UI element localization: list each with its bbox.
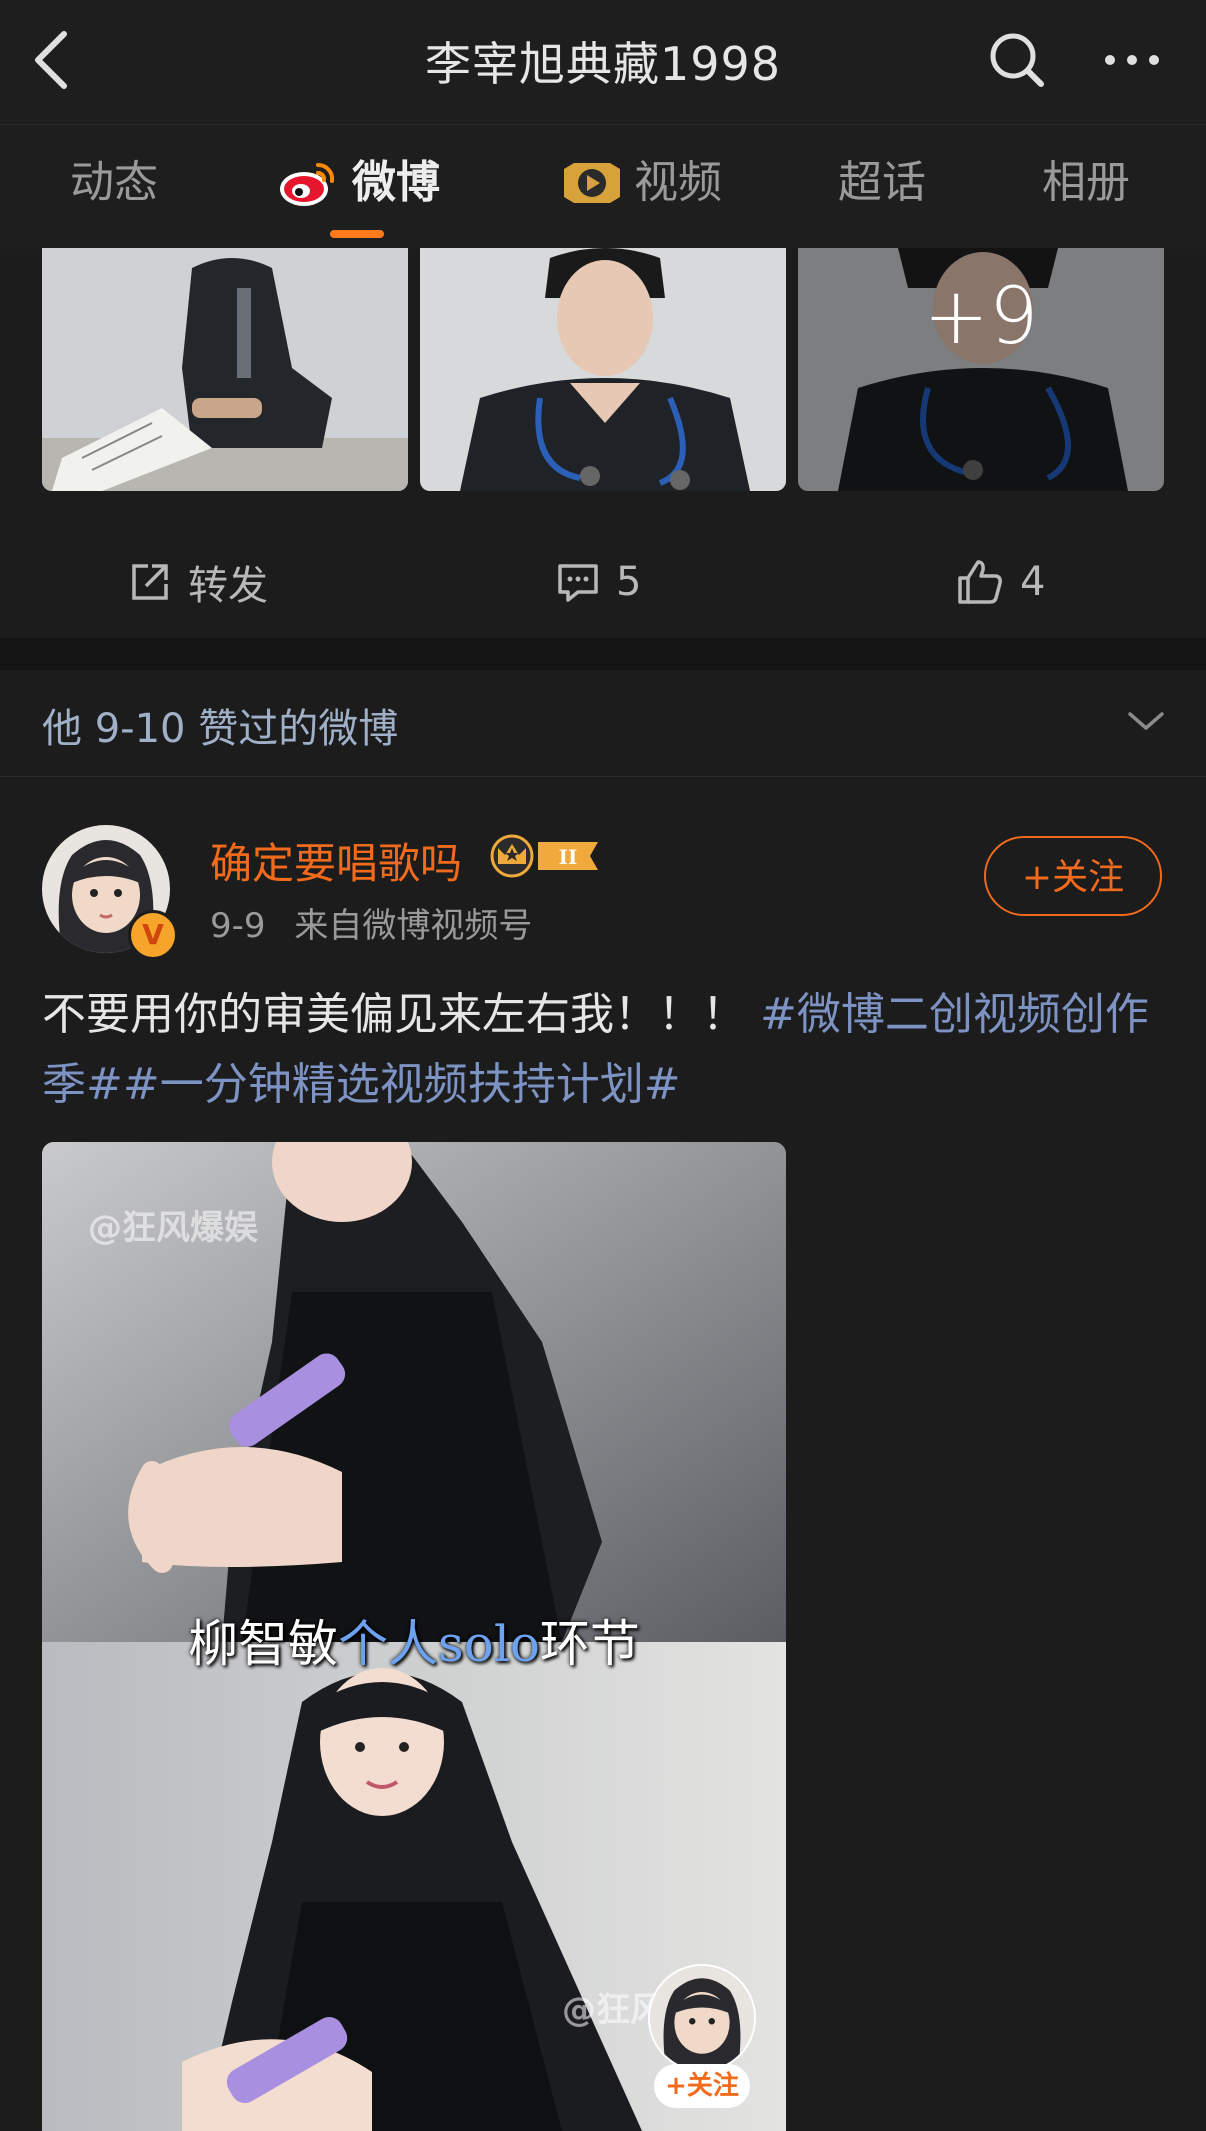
verified-badge: V [128, 910, 178, 960]
tab-weibo-label: 微博 [352, 157, 440, 208]
liked-posts-title: 他 9-10 赞过的微博 [42, 706, 399, 752]
repost-label: 转发 [188, 563, 268, 609]
subtitle-part: 柳智敏 [188, 1615, 339, 1673]
repost-icon [132, 564, 168, 600]
liked-posts-header[interactable]: 他 9-10 赞过的微博 [0, 670, 1206, 777]
video-watermark: @狂风爆娱 [88, 1208, 258, 1248]
post-author-name[interactable]: 确定要唱歌吗 [210, 830, 462, 891]
repost-button[interactable]: 转发 [128, 552, 268, 612]
post-source[interactable]: 来自微博视频号 [294, 906, 532, 946]
profile-tabs: 动态 微博 视频 超话 相册 [0, 124, 1206, 249]
tab-video-label: 视频 [634, 157, 722, 208]
comment-count: 5 [616, 559, 642, 605]
weibo-logo-icon [278, 157, 338, 209]
video-play-icon [560, 159, 624, 207]
tab-video[interactable]: 视频 [560, 153, 722, 213]
post-action-bar: 转发 5 4 [0, 530, 1206, 640]
post-video[interactable]: @狂风爆娱 柳智敏个人solo环节 @狂风 +关注 [42, 1142, 786, 2131]
like-count: 4 [1020, 559, 1046, 605]
post-photo-more[interactable]: +9 [798, 248, 1164, 491]
comment-icon [558, 564, 598, 602]
more-photos-count: +9 [923, 272, 1039, 362]
post-body: 不要用你的审美偏见来左右我！！！ #微博二创视频创作季##一分钟精选视频扶持计划… [42, 980, 1172, 1120]
subtitle-highlight: 个人solo [338, 1615, 540, 1673]
tab-supertopic[interactable]: 超话 [838, 153, 926, 213]
comment-button[interactable]: 5 [556, 552, 641, 612]
back-arrow-icon[interactable] [28, 26, 78, 94]
post-photo[interactable] [42, 248, 408, 491]
post-text: 不要用你的审美偏见来左右我！！！ [42, 989, 746, 1040]
vip-crown-badge: II [488, 830, 608, 882]
search-icon[interactable] [985, 28, 1049, 92]
page-title: 李宰旭典藏1998 [424, 37, 782, 91]
video-subtitle: 柳智敏个人solo环节 [42, 1604, 786, 1676]
thumbs-up-icon [958, 560, 1002, 604]
post-photo[interactable] [420, 248, 786, 491]
feed-separator [0, 638, 1206, 670]
post-meta: 9-9 来自微博视频号 [210, 898, 532, 947]
tab-album[interactable]: 相册 [1042, 153, 1130, 213]
tab-dynamics[interactable]: 动态 [70, 153, 158, 213]
video-author-avatar[interactable] [648, 1964, 756, 2072]
active-tab-indicator [330, 230, 384, 238]
like-button[interactable]: 4 [956, 552, 1045, 612]
tab-weibo[interactable]: 微博 [278, 153, 440, 213]
subtitle-part: 环节 [539, 1615, 640, 1673]
post-date: 9-9 [210, 906, 266, 946]
chevron-down-icon[interactable] [1126, 706, 1166, 736]
more-options-icon[interactable] [1100, 40, 1164, 80]
follow-button[interactable]: +关注 [984, 836, 1162, 916]
video-follow-button[interactable]: +关注 [654, 2064, 750, 2108]
vip-level-text: II [559, 845, 578, 869]
